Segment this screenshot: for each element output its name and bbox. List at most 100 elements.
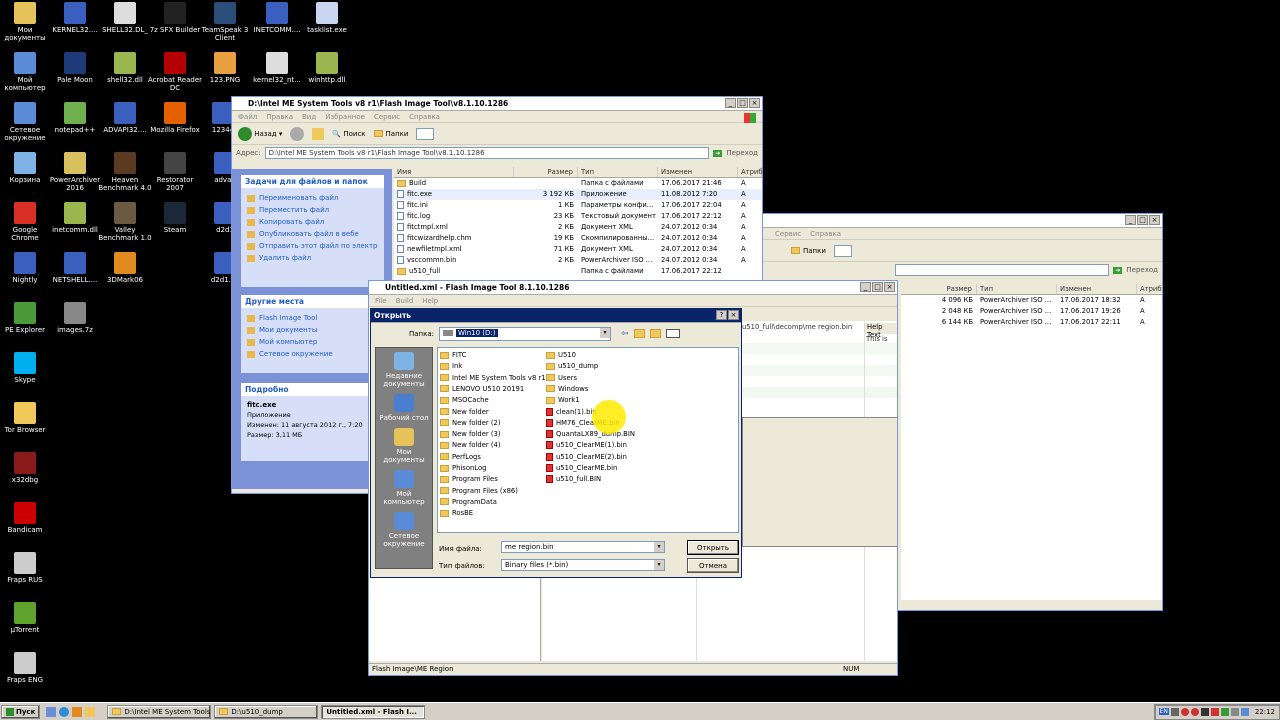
column-type[interactable]: Тип [977, 284, 1057, 294]
column-size[interactable]: Размер [514, 167, 578, 177]
menu-item[interactable]: Сервис [374, 113, 400, 121]
file-item[interactable]: u510_ClearME.bin [546, 463, 617, 474]
folder-item[interactable]: Program Files (x86) [440, 486, 518, 497]
my-computer-place[interactable]: Мой компьютер [376, 470, 432, 506]
desktop-icon[interactable]: Skype [0, 352, 52, 384]
menu-item[interactable]: Файл [238, 113, 257, 121]
folder-item[interactable]: Users [546, 373, 577, 384]
folder-item[interactable]: Ink [440, 361, 462, 372]
folders-button[interactable]: Папки [373, 130, 408, 138]
place-link[interactable]: Мои документы [247, 324, 378, 336]
folder-item[interactable]: Intel ME System Tools v8 r1 [440, 373, 546, 384]
fit-path-value[interactable]: u510_full\decomp\me region.bin [742, 323, 852, 331]
desktop-icon[interactable]: KERNEL32.... [48, 2, 102, 34]
recent-documents-place[interactable]: Недавние документы [376, 352, 432, 388]
tray-icon[interactable] [1170, 707, 1179, 716]
column-attr[interactable]: Атрибу [738, 167, 762, 177]
folder-item[interactable]: PhisonLog [440, 463, 486, 474]
menu-item[interactable]: Справка [409, 113, 440, 121]
desktop-icon[interactable]: Fraps RUS [0, 552, 52, 584]
desktop-icon[interactable]: Fraps ENG [0, 652, 52, 684]
back-button[interactable]: Назад ▾ [238, 126, 282, 141]
folders-button[interactable]: Папки [791, 247, 826, 255]
place-link[interactable]: Мой компьютер [247, 336, 378, 348]
desktop-icon[interactable]: shell32.dll [98, 52, 152, 84]
minimize-icon[interactable]: _ [860, 282, 871, 292]
file-item[interactable]: clean(1).bin [546, 407, 597, 418]
open-dialog-titlebar[interactable]: Открыть? × [371, 309, 741, 323]
file-row[interactable]: 2 048 КБ PowerArchiver ISO ... 17.06.2017 … [901, 306, 1162, 317]
desktop-icon[interactable]: µTorrent [0, 602, 52, 634]
menu-help[interactable]: Справка [810, 230, 841, 238]
column-type[interactable]: Тип [578, 167, 658, 177]
desktop-icon[interactable]: TeamSpeak 3 Client [198, 2, 252, 42]
minimize-icon[interactable]: _ [725, 98, 736, 108]
fit-titlebar[interactable]: Untitled.xml - Flash Image Tool 8.1.10.1… [369, 281, 897, 295]
folder-item[interactable]: Work1 [546, 395, 580, 406]
place-link[interactable]: Flash Image Tool [247, 312, 378, 324]
task-link[interactable]: Копировать файл [247, 216, 378, 228]
new-folder-icon[interactable] [649, 329, 661, 338]
task-link[interactable]: Опубликовать файл в вебе [247, 228, 378, 240]
file-tasks-header[interactable]: Задачи для файлов и папок [241, 175, 384, 188]
desktop-icon[interactable]: notepad++ [48, 102, 102, 134]
views-icon[interactable] [416, 127, 435, 140]
tray-icon[interactable] [1220, 707, 1229, 716]
minimize-icon[interactable]: _ [1125, 215, 1136, 225]
media-icon[interactable] [72, 706, 83, 717]
desktop-icon[interactable]: Google Chrome [0, 202, 52, 242]
desktop-icon[interactable]: inetcomm.dll [48, 202, 102, 234]
tray-icon[interactable] [1190, 707, 1199, 716]
menu-item[interactable]: File [375, 297, 387, 305]
desktop-icon[interactable]: kernel32_nt... [250, 52, 304, 84]
desktop-icon[interactable]: Steam [148, 202, 202, 234]
filename-input[interactable]: me region.bin ▾ [501, 541, 665, 553]
go-button[interactable]: Переход [726, 149, 758, 157]
close-icon[interactable]: × [728, 310, 739, 320]
network-place[interactable]: Сетевое окружение [376, 512, 432, 548]
desktop-icon[interactable]: 3DMark06 [98, 252, 152, 284]
folder-item[interactable]: PerfLogs [440, 452, 481, 463]
search-button[interactable]: 🔍 Поиск [332, 130, 365, 138]
column-modified[interactable]: Изменен [1057, 284, 1137, 294]
chevron-down-icon[interactable]: ▾ [600, 328, 610, 338]
desktop-icon[interactable]: Heaven Benchmark 4.0 [98, 152, 152, 192]
show-desktop-icon[interactable] [46, 706, 57, 717]
file-row[interactable]: fitc.log 23 КБ Текстовый документ 17.06.201… [394, 211, 762, 222]
desktop-icon[interactable]: images.7z [48, 302, 102, 334]
tray-icon[interactable] [1210, 707, 1219, 716]
folder-item[interactable]: FITC [440, 350, 466, 361]
menu-item[interactable]: Build [396, 297, 414, 305]
look-in-select[interactable]: Win10 (D:) ▾ [439, 327, 611, 341]
back-icon[interactable]: ⇦ [621, 329, 629, 339]
desktop-icon[interactable]: winhttp.dll [300, 52, 354, 84]
clock[interactable]: 22:12 [1255, 708, 1275, 716]
desktop-icon[interactable]: Acrobat Reader DC [148, 52, 202, 92]
desktop-icon[interactable]: 123.PNG [198, 52, 252, 84]
desktop-icon[interactable]: Mozilla Firefox [148, 102, 202, 134]
desktop-icon[interactable]: 7z SFX Builder [148, 2, 202, 34]
folder-item[interactable]: RosBE [440, 508, 473, 519]
explorer-titlebar[interactable]: D:\Intel ME System Tools v8 r1\Flash Ima… [232, 97, 762, 111]
open-button[interactable]: Открыть [687, 540, 739, 555]
close-icon[interactable]: × [1149, 215, 1160, 225]
task-link[interactable]: Переместить файл [247, 204, 378, 216]
desktop-icon[interactable]: SHELL32.DL_ [98, 2, 152, 34]
file-row[interactable]: newfiletmpl.xml 71 КБ Документ XML 24.07.20… [394, 244, 762, 255]
folder-item[interactable]: ProgramData [440, 497, 497, 508]
file-row[interactable]: u510_full Папка с файлами 17.06.2017 22:12 [394, 266, 762, 277]
folder-item[interactable]: New folder (2) [440, 418, 501, 429]
start-button[interactable]: Пуск [1, 704, 41, 719]
maximize-icon[interactable]: □ [737, 98, 748, 108]
volume-icon[interactable] [1230, 707, 1239, 716]
file-row[interactable]: fitc.exe 3 192 КБ Приложение 11.08.2012 7:2… [394, 189, 762, 200]
chevron-down-icon[interactable]: ▾ [654, 542, 664, 552]
browser-icon[interactable] [59, 706, 70, 717]
file-item[interactable]: u510_ClearME(1).bin [546, 440, 627, 451]
go-button[interactable]: Переход [1126, 266, 1158, 274]
close-icon[interactable]: × [884, 282, 895, 292]
desktop-icon[interactable]: x32dbg [0, 452, 52, 484]
up-folder-icon[interactable] [633, 329, 645, 338]
folder-item[interactable]: MSOCache [440, 395, 489, 406]
file-row[interactable]: fitc.ini 1 КБ Параметры конфи... 17.06.2017… [394, 200, 762, 211]
